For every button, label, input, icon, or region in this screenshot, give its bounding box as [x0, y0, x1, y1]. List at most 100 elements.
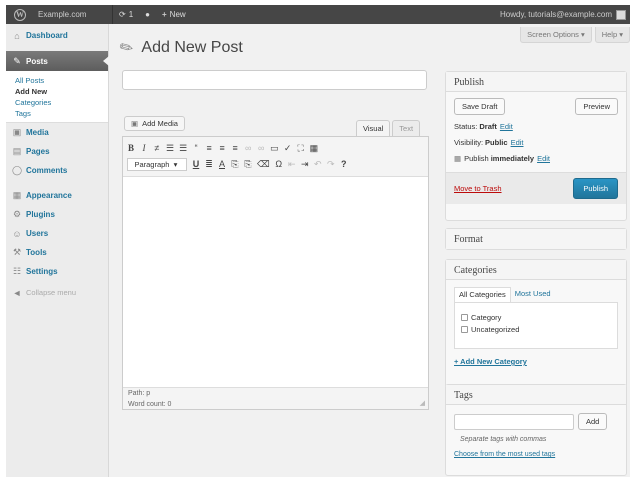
numbered-list-icon[interactable]: ☰ [179, 143, 187, 154]
sidebar-item-plugins[interactable]: ⚙ Plugins [6, 205, 108, 224]
settings-icon: ☷ [12, 266, 22, 276]
collapse-arrow-icon: ◄ [12, 287, 22, 298]
sidebar-item-label: Appearance [26, 191, 72, 200]
submenu-all-posts[interactable]: All Posts [6, 74, 108, 85]
add-tag-button[interactable]: Add [578, 413, 608, 430]
pushpin-icon: ✎ [116, 37, 138, 60]
account-menu[interactable]: Howdy, tutorials@example.com [500, 9, 630, 20]
format-select[interactable]: Paragraph ▾ [127, 157, 187, 171]
edit-status-link[interactable]: Edit [500, 122, 513, 131]
edit-schedule-link[interactable]: Edit [537, 154, 550, 163]
media-icon: ▣ [131, 119, 139, 128]
help-button[interactable]: Help ▾ [594, 27, 630, 43]
edit-visibility-link[interactable]: Edit [511, 138, 524, 147]
italic-icon[interactable]: I [140, 143, 148, 153]
toolbar-row-2: Paragraph ▾ U ≣ A ⎘ ⎘ ⌫ Ω ⇤ ⇥ ↶ ↷ ? [127, 156, 424, 172]
media-icon: ▣ [12, 127, 22, 137]
visibility-value: Public [485, 137, 508, 147]
outdent-icon[interactable]: ⇤ [288, 159, 296, 170]
visibility-label: Visibility: [454, 137, 484, 147]
save-draft-button[interactable]: Save Draft [454, 98, 506, 115]
new-label: New [169, 10, 186, 19]
redo-icon[interactable]: ↷ [327, 159, 335, 170]
align-center-icon[interactable]: ≡ [218, 143, 226, 153]
category-checkbox[interactable] [461, 325, 468, 333]
collapse-menu-button[interactable]: ◄ Collapse menu [6, 283, 108, 302]
unlink-icon[interactable]: ∞ [257, 143, 265, 153]
submenu-tags[interactable]: Tags [6, 107, 108, 118]
users-icon: ☺ [12, 228, 22, 239]
bold-icon[interactable]: B [127, 143, 135, 153]
status-label: Status: [454, 121, 478, 131]
submenu-categories[interactable]: Categories [6, 96, 108, 107]
page-header: ✎ Add New Post [117, 38, 243, 59]
undo-icon[interactable]: ↶ [314, 159, 322, 170]
insert-link-icon[interactable]: ∞ [244, 143, 252, 153]
new-content-link[interactable]: + New [156, 5, 192, 24]
category-item-label: Uncategorized [471, 324, 520, 334]
category-item[interactable]: Uncategorized [461, 323, 611, 335]
justify-icon[interactable]: ≣ [205, 159, 213, 170]
clear-formatting-icon[interactable]: ⌫ [257, 159, 270, 170]
sidebar-item-dashboard[interactable]: ⌂ Dashboard [6, 26, 108, 45]
sidebar-item-pages[interactable]: ▤ Pages [6, 142, 108, 161]
sidebar-item-media[interactable]: ▣ Media [6, 123, 108, 142]
post-title-input[interactable] [122, 70, 427, 90]
plugin-icon: ⚙ [12, 209, 22, 219]
tab-visual[interactable]: Visual [356, 120, 391, 136]
tab-most-used[interactable]: Most Used [511, 287, 555, 302]
insert-more-icon[interactable]: ▭ [270, 143, 279, 154]
editor-path: Path: p [128, 390, 151, 397]
category-item[interactable]: Category [461, 311, 611, 323]
paste-word-icon[interactable]: ⎘ [244, 159, 252, 170]
text-color-icon[interactable]: A [218, 159, 226, 169]
format-box-title[interactable]: Format [446, 229, 626, 249]
special-character-icon[interactable]: Ω [275, 159, 283, 169]
category-checkbox[interactable] [461, 313, 468, 321]
indent-icon[interactable]: ⇥ [301, 159, 309, 170]
blockquote-icon[interactable]: “ [192, 143, 200, 153]
wordpress-logo-menu[interactable]: W [6, 5, 34, 24]
toolbar-toggle-icon[interactable]: ▦ [310, 143, 319, 154]
page-title: Add New Post [141, 39, 243, 56]
paste-text-icon[interactable]: ⎘ [231, 159, 239, 170]
sidebar-item-posts[interactable]: ✎ Posts [6, 51, 109, 71]
site-name-link[interactable]: Example.com [34, 5, 112, 24]
plus-icon: + [162, 10, 167, 19]
comments-link[interactable]: ● [139, 5, 156, 24]
updates-icon: ⟳ [119, 10, 126, 19]
preview-button[interactable]: Preview [575, 98, 618, 115]
tab-all-categories[interactable]: All Categories [454, 287, 511, 302]
resize-handle-icon[interactable]: ◢ [420, 399, 425, 407]
tab-text[interactable]: Text [392, 120, 421, 136]
sidebar-item-tools[interactable]: ⚒ Tools [6, 243, 108, 262]
choose-most-used-tags-link[interactable]: Choose from the most used tags [446, 447, 626, 462]
bulleted-list-icon[interactable]: ☰ [166, 143, 174, 154]
spellcheck-icon[interactable]: ✓ [284, 143, 292, 154]
underline-icon[interactable]: U [192, 159, 200, 169]
publish-button[interactable]: Publish [573, 178, 618, 199]
sidebar-item-appearance[interactable]: ▦ Appearance [6, 186, 108, 205]
help-icon[interactable]: ? [340, 159, 348, 169]
publish-actions: Save Draft Preview [446, 92, 626, 118]
align-right-icon[interactable]: ≡ [231, 143, 239, 153]
status-value: Draft [479, 121, 497, 131]
tag-input[interactable] [454, 413, 574, 430]
sidebar-item-label: Plugins [26, 210, 55, 219]
add-media-button[interactable]: ▣ Add Media [124, 116, 185, 131]
sidebar-item-comments[interactable]: ◯ Comments [6, 161, 108, 180]
pages-icon: ▤ [12, 146, 22, 156]
appearance-icon: ▦ [12, 190, 22, 200]
move-to-trash-link[interactable]: Move to Trash [454, 184, 502, 193]
fullscreen-icon[interactable]: ⛶ [297, 143, 305, 154]
updates-link[interactable]: ⟳ 1 [113, 5, 139, 24]
screen-options-button[interactable]: Screen Options ▾ [520, 27, 592, 43]
tools-icon: ⚒ [12, 247, 22, 257]
sidebar-item-users[interactable]: ☺ Users [6, 224, 108, 243]
strikethrough-icon[interactable]: ≠ [153, 143, 161, 153]
sidebar-item-settings[interactable]: ☷ Settings [6, 262, 108, 281]
align-left-icon[interactable]: ≡ [205, 143, 213, 153]
sidebar-item-label: Comments [26, 166, 68, 175]
add-new-category-link[interactable]: + Add New Category [446, 349, 626, 374]
submenu-add-new[interactable]: Add New [6, 85, 108, 96]
